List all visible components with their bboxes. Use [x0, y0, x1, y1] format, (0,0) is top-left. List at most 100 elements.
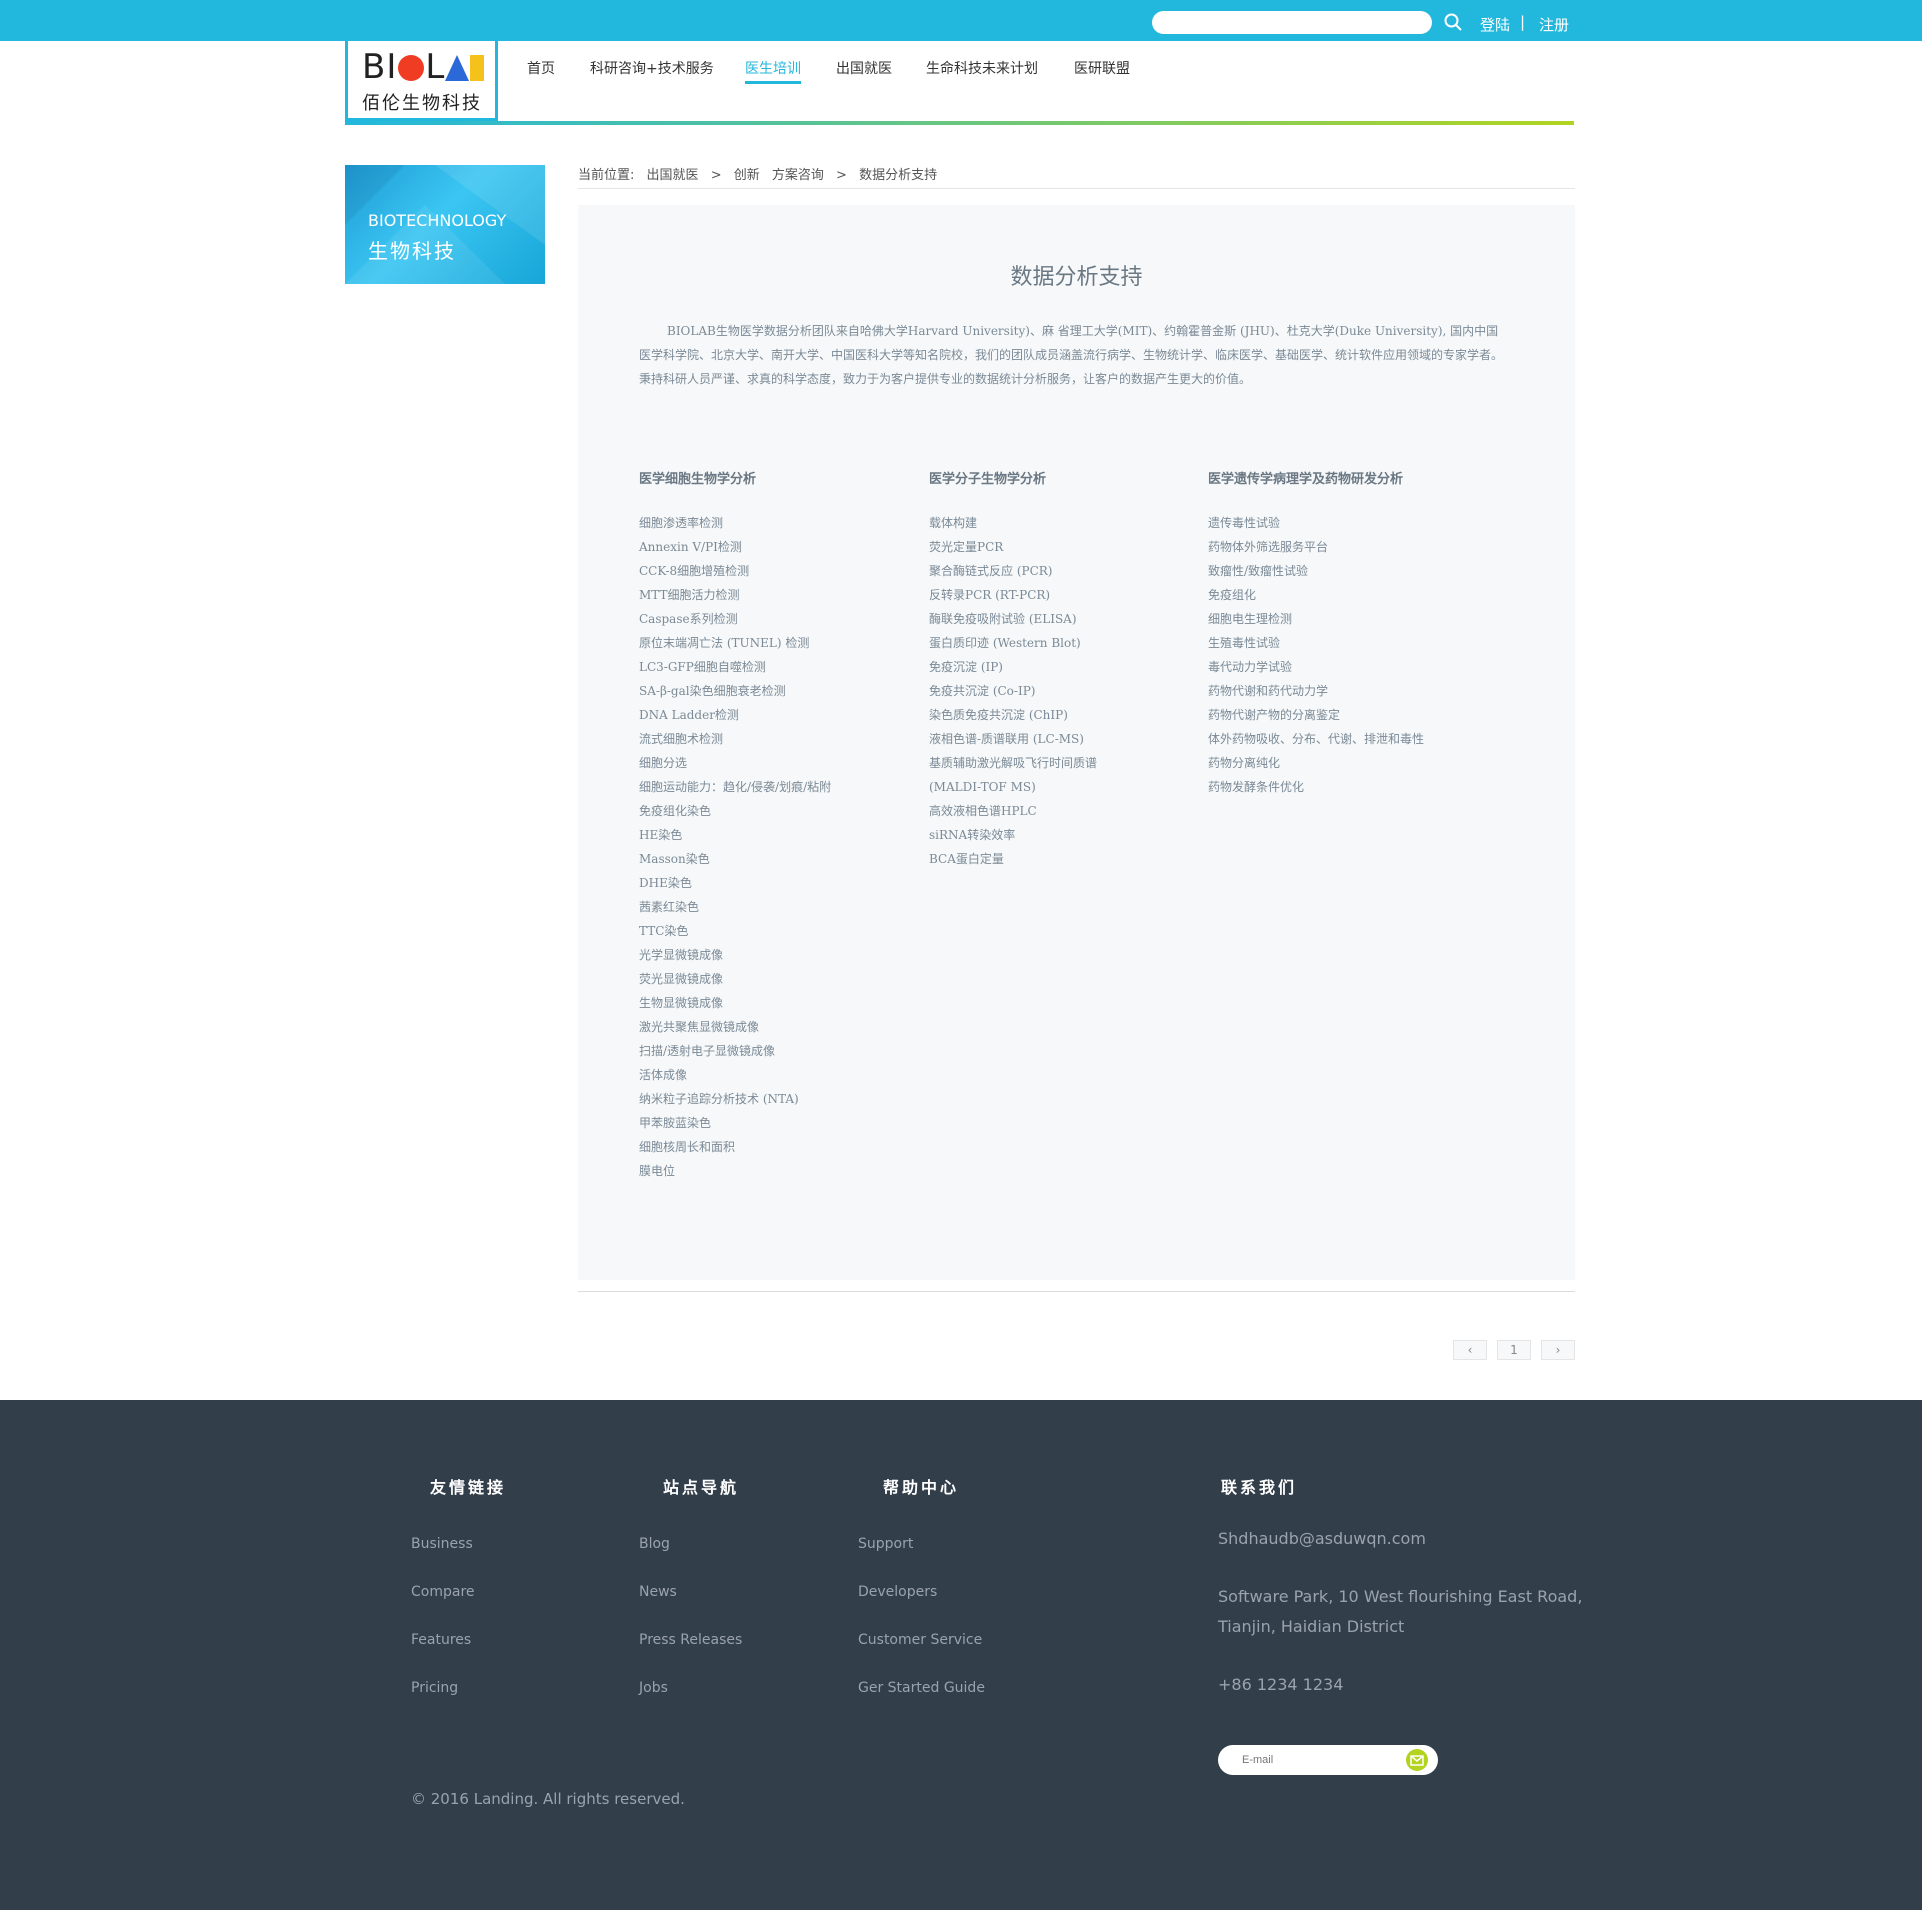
footer-link-pricing[interactable]: Pricing: [411, 1680, 458, 1696]
service-item[interactable]: 茜素红染色: [639, 895, 899, 919]
service-item[interactable]: 免疫组化: [1208, 583, 1508, 607]
search-icon[interactable]: [1444, 13, 1462, 31]
footer-link-press[interactable]: Press Releases: [639, 1632, 742, 1648]
footer-link-customer-service[interactable]: Customer Service: [858, 1632, 982, 1648]
service-item[interactable]: 免疫沉淀 (IP): [929, 655, 1179, 679]
footer-link-news[interactable]: News: [639, 1584, 677, 1600]
service-item[interactable]: 流式细胞术检测: [639, 727, 899, 751]
service-item[interactable]: 细胞运动能力：趋化/侵袭/划痕/粘附: [639, 775, 899, 799]
service-item[interactable]: 药物体外筛选服务平台: [1208, 535, 1508, 559]
service-item[interactable]: 光学显微镜成像: [639, 943, 899, 967]
service-item[interactable]: 免疫组化染色: [639, 799, 899, 823]
footer: 友情链接 站点导航 帮助中心 联系我们 Business Compare Fea…: [0, 1400, 1922, 1910]
service-item[interactable]: 载体构建: [929, 511, 1179, 535]
footer-link-developers[interactable]: Developers: [858, 1584, 937, 1600]
service-item[interactable]: 荧光定量PCR: [929, 535, 1179, 559]
service-item[interactable]: 荧光显微镜成像: [639, 967, 899, 991]
service-item[interactable]: 细胞分选: [639, 751, 899, 775]
service-item[interactable]: 甲苯胺蓝染色: [639, 1111, 899, 1135]
service-item[interactable]: 致瘤性/致瘤性试验: [1208, 559, 1508, 583]
service-item[interactable]: Caspase系列检测: [639, 607, 899, 631]
service-item[interactable]: 扫描/透射电子显微镜成像: [639, 1039, 899, 1063]
login-link[interactable]: 登陆: [1480, 14, 1510, 35]
service-item[interactable]: siRNA转染效率: [929, 823, 1179, 847]
column-heading: 医学细胞生物学分析: [639, 472, 757, 487]
footer-link-compare[interactable]: Compare: [411, 1584, 475, 1600]
service-item[interactable]: BCA蛋白定量: [929, 847, 1179, 871]
service-item[interactable]: 细胞渗透率检测: [639, 511, 899, 535]
newsletter-email-input[interactable]: [1218, 1745, 1438, 1775]
service-item[interactable]: 药物发酵条件优化: [1208, 775, 1508, 799]
content-panel: 数据分析支持 BIOLAB生物医学数据分析团队来自哈佛大学Harvard Uni…: [578, 205, 1575, 1280]
service-item[interactable]: TTC染色: [639, 919, 899, 943]
logo-chinese: 佰伦生物科技: [362, 93, 482, 114]
service-item[interactable]: 细胞核周长和面积: [639, 1135, 899, 1159]
service-item[interactable]: 药物代谢产物的分离鉴定: [1208, 703, 1508, 727]
service-item[interactable]: 染色质免疫共沉淀 (ChIP): [929, 703, 1179, 727]
service-item[interactable]: Masson染色: [639, 847, 899, 871]
nav-research[interactable]: 科研咨询+技术服务: [590, 58, 714, 78]
sidebar-banner[interactable]: BIOTECHNOLOGY 生物科技: [345, 165, 545, 284]
footer-email[interactable]: Shdhaudb@asduwqn.com: [1218, 1524, 1426, 1554]
pager-next-button[interactable]: ›: [1541, 1340, 1575, 1360]
service-item[interactable]: 激光共聚焦显微镜成像: [639, 1015, 899, 1039]
service-item[interactable]: 膜电位: [639, 1159, 899, 1183]
service-item[interactable]: DHE染色: [639, 871, 899, 895]
service-item[interactable]: 生物显微镜成像: [639, 991, 899, 1015]
service-item[interactable]: 生殖毒性试验: [1208, 631, 1508, 655]
service-item[interactable]: 液相色谱-质谱联用 (LC-MS): [929, 727, 1179, 751]
breadcrumb-item[interactable]: 方案咨询: [772, 168, 824, 183]
column-heading: 医学遗传学病理学及药物研发分析: [1208, 472, 1404, 487]
service-item[interactable]: SA-β-gal染色细胞衰老检测: [639, 679, 899, 703]
service-item[interactable]: 纳米粒子追踪分析技术 (NTA): [639, 1087, 899, 1111]
newsletter-submit-button[interactable]: [1406, 1749, 1428, 1771]
service-item[interactable]: 酶联免疫吸附试验 (ELISA): [929, 607, 1179, 631]
footer-link-features[interactable]: Features: [411, 1632, 471, 1648]
nav-doctor-training[interactable]: 医生培训: [745, 58, 801, 78]
breadcrumb-item[interactable]: 出国就医: [647, 168, 699, 183]
service-item[interactable]: 蛋白质印迹 (Western Blot): [929, 631, 1179, 655]
service-item[interactable]: DNA Ladder检测: [639, 703, 899, 727]
service-item[interactable]: 体外药物吸收、分布、代谢、排泄和毒性: [1208, 727, 1508, 751]
service-item[interactable]: Annexin V/PI检测: [639, 535, 899, 559]
pager-prev-button[interactable]: ‹: [1453, 1340, 1487, 1360]
logo-wordmark: BI L: [362, 47, 485, 87]
column-heading: 医学分子生物学分析: [929, 472, 1047, 487]
service-item[interactable]: 原位末端凋亡法 (TUNEL) 检测: [639, 631, 899, 655]
service-item[interactable]: 聚合酶链式反应 (PCR): [929, 559, 1179, 583]
service-item[interactable]: 毒代动力学试验: [1208, 655, 1508, 679]
service-item[interactable]: 免疫共沉淀 (Co-IP): [929, 679, 1179, 703]
register-link[interactable]: 注册: [1539, 14, 1569, 35]
nav-alliance[interactable]: 医研联盟: [1074, 58, 1130, 78]
service-item[interactable]: 药物分离纯化: [1208, 751, 1508, 775]
footer-link-jobs[interactable]: Jobs: [639, 1680, 668, 1696]
service-item[interactable]: HE染色: [639, 823, 899, 847]
service-column-molecular-biology: 医学分子生物学分析 载体构建 荧光定量PCR 聚合酶链式反应 (PCR) 反转录PCR…: [929, 468, 1179, 871]
service-item[interactable]: 高效液相色谱HPLC: [929, 799, 1179, 823]
footer-heading-links: 友情链接: [430, 1478, 507, 1497]
service-item[interactable]: 药物代谢和药代动力学: [1208, 679, 1508, 703]
service-item[interactable]: 遗传毒性试验: [1208, 511, 1508, 535]
footer-link-blog[interactable]: Blog: [639, 1536, 670, 1552]
service-item[interactable]: MTT细胞活力检测: [639, 583, 899, 607]
breadcrumb-item[interactable]: 创新: [734, 168, 760, 183]
service-item[interactable]: (MALDI-TOF MS): [929, 775, 1179, 799]
service-item[interactable]: CCK-8细胞增殖检测: [639, 559, 899, 583]
service-item[interactable]: 细胞电生理检测: [1208, 607, 1508, 631]
service-item[interactable]: 反转录PCR (RT-PCR): [929, 583, 1179, 607]
service-item[interactable]: 活体成像: [639, 1063, 899, 1087]
nav-home[interactable]: 首页: [527, 58, 555, 78]
breadcrumb-label: 当前位置:: [578, 168, 635, 183]
nav-future-plan[interactable]: 生命科技未来计划: [926, 58, 1038, 78]
search-input[interactable]: [1152, 11, 1432, 34]
footer-link-started-guide[interactable]: Ger Started Guide: [858, 1680, 985, 1696]
service-item[interactable]: LC3-GFP细胞自噬检测: [639, 655, 899, 679]
nav-overseas[interactable]: 出国就医: [836, 58, 892, 78]
footer-link-business[interactable]: Business: [411, 1536, 473, 1552]
pager-page-1[interactable]: 1: [1497, 1340, 1531, 1360]
service-item[interactable]: 基质辅助激光解吸飞行时间质谱: [929, 751, 1179, 775]
footer-link-support[interactable]: Support: [858, 1536, 913, 1552]
header-gradient-line: [345, 121, 1574, 125]
footer-address-line1: Software Park, 10 West flourishing East …: [1218, 1587, 1583, 1606]
logo[interactable]: BI L 佰伦生物科技: [345, 41, 498, 121]
